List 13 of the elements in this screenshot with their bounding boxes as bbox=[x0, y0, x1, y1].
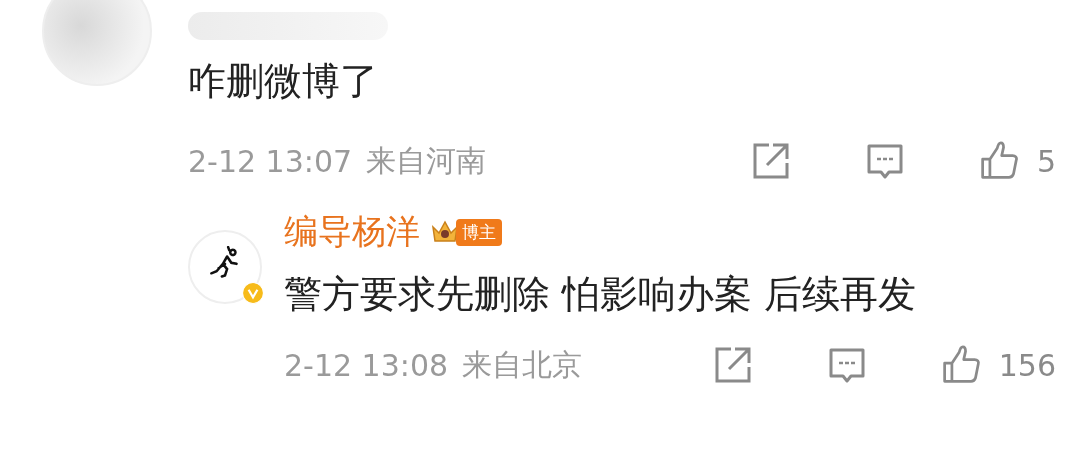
avatar[interactable] bbox=[188, 230, 262, 304]
reply-time: 2-12 13:08 bbox=[284, 347, 449, 383]
like-count: 156 bbox=[998, 347, 1056, 383]
like-icon[interactable] bbox=[978, 141, 1019, 181]
comment-text: 咋删微博了 bbox=[188, 58, 379, 105]
comment-time: 2-12 13:07 bbox=[188, 143, 353, 179]
reply-location: 来自北京 bbox=[462, 345, 583, 384]
reply-text: 警方要求先删除 怕影响办案 后续再发 bbox=[284, 271, 918, 318]
author-name[interactable]: 编导杨洋 bbox=[284, 209, 420, 255]
like-count: 5 bbox=[1036, 143, 1056, 179]
author-badge: 博主 bbox=[456, 218, 502, 246]
like-icon[interactable] bbox=[940, 345, 981, 385]
comment-location: 来自河南 bbox=[366, 141, 487, 180]
